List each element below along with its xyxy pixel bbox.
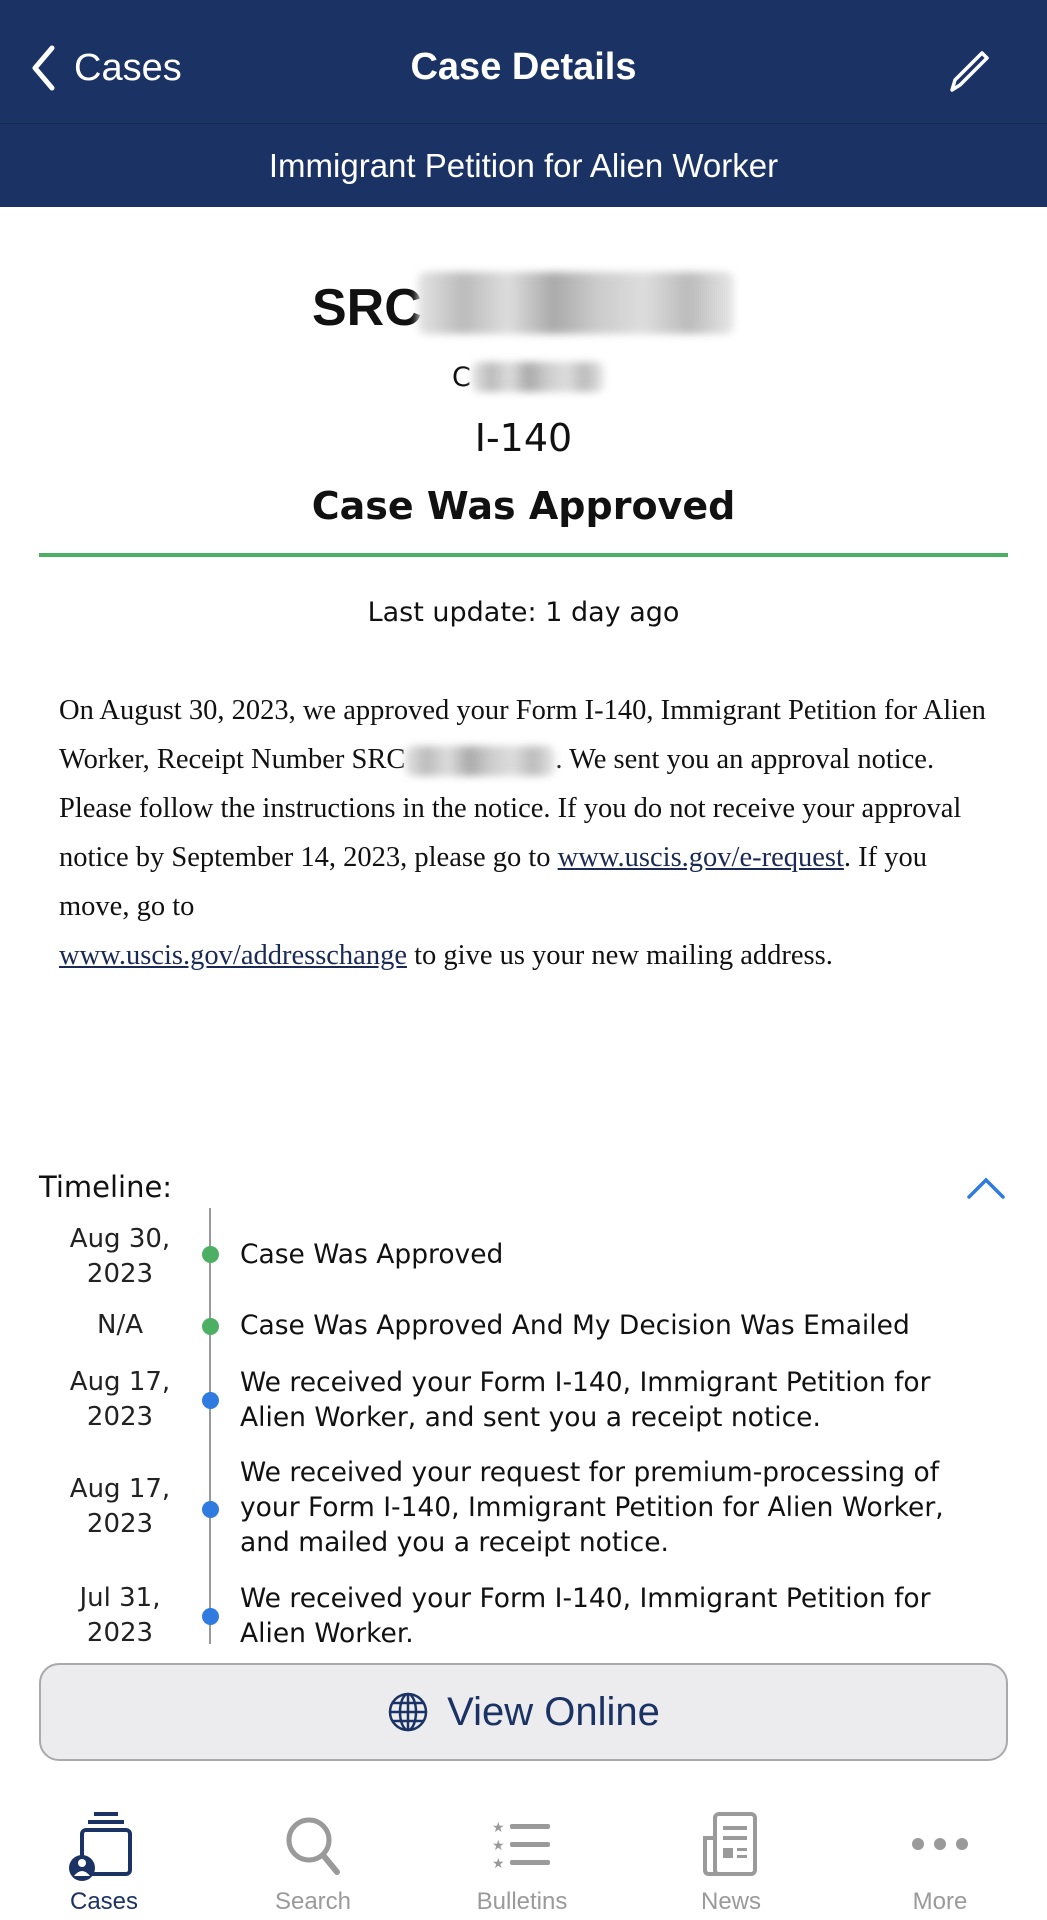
redacted-receipt-inline <box>405 746 556 777</box>
case-type-subtitle: Immigrant Petition for Alien Worker <box>0 124 1047 207</box>
tab-label: News <box>700 1888 761 1915</box>
timeline-event: We received your Form I-140, Immigrant P… <box>240 1367 931 1433</box>
timeline-date: Jul 31, 2023 <box>79 1583 161 1648</box>
status-divider <box>39 553 1008 557</box>
tab-label: More <box>912 1888 968 1915</box>
timeline-date: N/A <box>97 1310 143 1340</box>
form-number: I-140 <box>474 416 573 460</box>
case-line2-prefix: C <box>452 362 471 393</box>
timeline-dot <box>202 1392 219 1409</box>
cases-icon <box>69 1812 132 1881</box>
timeline-date: Aug 17, 2023 <box>69 1474 171 1539</box>
timeline-event: We received your Form I-140, Immigrant P… <box>240 1583 931 1649</box>
timeline-line <box>209 1208 211 1644</box>
tab-label: Search <box>274 1888 352 1915</box>
receipt-number-prefix: SRC <box>312 279 422 337</box>
tab-label: Bulletins <box>476 1888 568 1915</box>
tab-bulletins[interactable]: ★ ★ ★ Bulletins <box>442 1810 602 1916</box>
timeline-dot <box>202 1318 219 1335</box>
view-online-button[interactable]: View Online <box>39 1663 1008 1761</box>
redacted-line2 <box>472 362 604 392</box>
more-icon <box>912 1838 968 1850</box>
newspaper-icon <box>703 1812 757 1876</box>
address-change-link[interactable]: www.uscis.gov/addresschange <box>59 940 407 971</box>
timeline-label: Timeline: <box>39 1170 173 1204</box>
nav-bar: Cases Case Details <box>0 0 1047 124</box>
timeline-event: Case Was Approved And My Decision Was Em… <box>240 1310 910 1341</box>
timeline-date: Aug 17, 2023 <box>69 1367 171 1432</box>
last-update: Last update: 1 day ago <box>367 597 680 628</box>
pencil-icon[interactable] <box>946 46 994 94</box>
tab-more[interactable]: More <box>860 1810 1020 1916</box>
redacted-receipt-number <box>418 272 734 334</box>
timeline-event: Case Was Approved <box>240 1239 504 1270</box>
timeline-dot <box>202 1501 219 1518</box>
tab-cases[interactable]: Cases <box>24 1810 184 1916</box>
timeline-dot <box>202 1608 219 1625</box>
case-description: On August 30, 2023, we approved your For… <box>59 686 999 980</box>
bulletins-icon: ★ ★ ★ <box>492 1819 550 1871</box>
svg-text:★: ★ <box>492 1837 505 1853</box>
svg-text:★: ★ <box>492 1819 505 1835</box>
e-request-link[interactable]: www.uscis.gov/e-request <box>558 842 844 873</box>
description-text: to give us your new mailing address. <box>406 940 833 971</box>
tab-search[interactable]: Search <box>233 1810 393 1916</box>
timeline-event: We received your request for premium-pro… <box>240 1457 944 1558</box>
chevron-up-icon[interactable] <box>966 1176 1006 1200</box>
tab-label: Cases <box>69 1888 139 1915</box>
globe-icon <box>388 1692 428 1732</box>
case-status: Case Was Approved <box>311 484 736 528</box>
tab-news[interactable]: News <box>651 1810 811 1916</box>
page-title: Case Details <box>410 46 637 88</box>
svg-text:★: ★ <box>492 1855 505 1871</box>
view-online-label: View Online <box>447 1689 660 1734</box>
timeline-date: Aug 30, 2023 <box>69 1224 171 1289</box>
search-icon <box>286 1817 340 1875</box>
timeline-dot <box>202 1246 219 1263</box>
